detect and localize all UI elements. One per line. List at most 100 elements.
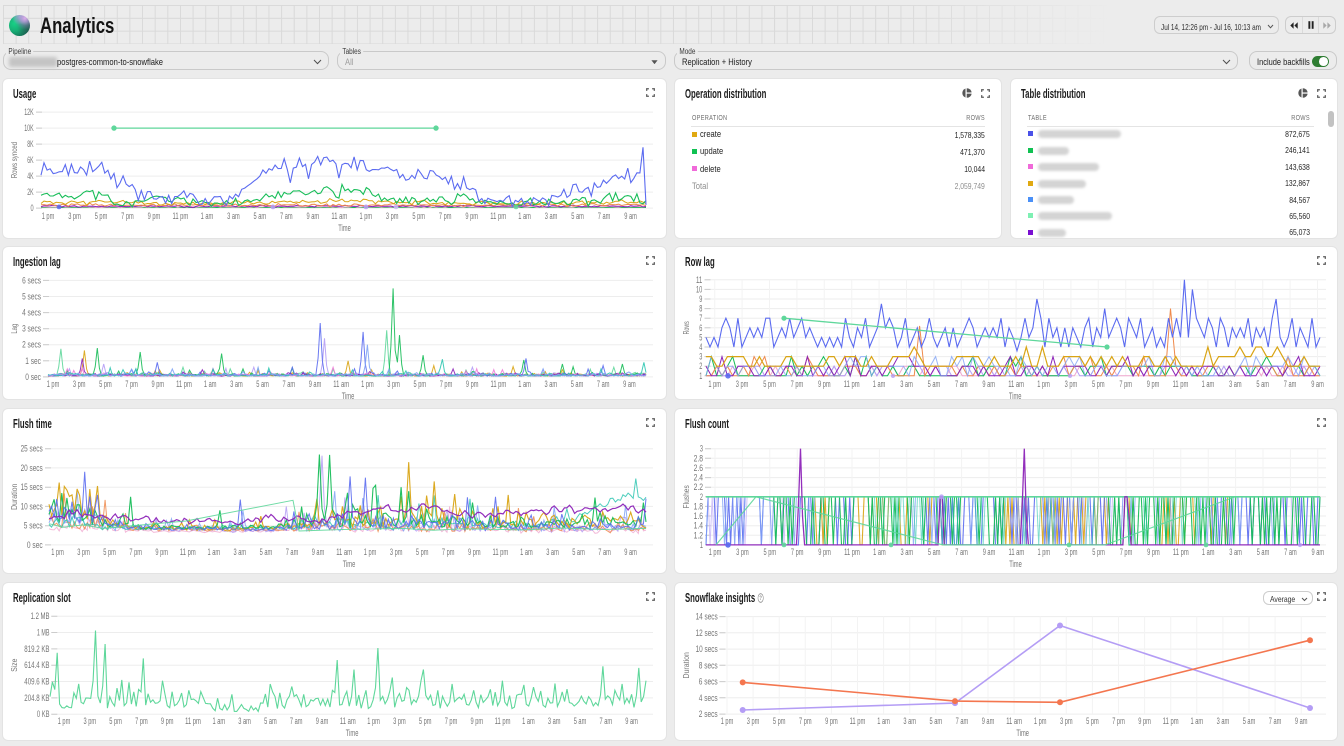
svg-text:3 am: 3 am	[548, 716, 561, 726]
svg-text:9 pm: 9 pm	[818, 379, 831, 389]
svg-text:11 am: 11 am	[1009, 547, 1025, 557]
svg-text:9 am: 9 am	[982, 716, 995, 726]
svg-text:11 pm: 11 pm	[490, 211, 506, 221]
svg-text:10 secs: 10 secs	[696, 644, 718, 654]
svg-text:11 pm: 11 pm	[491, 379, 507, 389]
svg-text:11 am: 11 am	[331, 211, 347, 221]
svg-text:20 secs: 20 secs	[21, 463, 43, 473]
svg-text:1 sec: 1 sec	[25, 356, 41, 366]
svg-text:11 pm: 11 pm	[176, 379, 192, 389]
svg-text:3 am: 3 am	[230, 379, 243, 389]
svg-text:12K: 12K	[24, 107, 33, 117]
svg-text:5 am: 5 am	[571, 379, 584, 389]
svg-text:Time: Time	[343, 559, 356, 569]
svg-text:15 secs: 15 secs	[21, 482, 43, 492]
svg-text:11 pm: 11 pm	[493, 547, 509, 557]
svg-text:5 am: 5 am	[928, 379, 941, 389]
svg-text:11 pm: 11 pm	[844, 547, 860, 557]
svg-text:7 pm: 7 pm	[121, 211, 134, 221]
svg-text:9 pm: 9 pm	[825, 716, 838, 726]
svg-text:3 pm: 3 pm	[390, 547, 403, 557]
svg-text:2.6: 2.6	[694, 463, 703, 473]
svg-text:2 secs: 2 secs	[699, 709, 718, 719]
svg-text:9 am: 9 am	[624, 211, 637, 221]
svg-text:3 pm: 3 pm	[1060, 716, 1073, 726]
svg-text:9 pm: 9 pm	[468, 547, 481, 557]
svg-text:3 pm: 3 pm	[84, 716, 97, 726]
svg-text:Time: Time	[346, 728, 359, 738]
svg-text:1 am: 1 am	[522, 716, 535, 726]
svg-text:1 pm: 1 pm	[708, 379, 721, 389]
svg-text:9 am: 9 am	[316, 716, 329, 726]
svg-text:3 pm: 3 pm	[393, 716, 406, 726]
svg-text:7 am: 7 am	[597, 379, 610, 389]
svg-text:Size: Size	[9, 658, 19, 671]
svg-text:7 pm: 7 pm	[439, 211, 452, 221]
svg-text:2 secs: 2 secs	[22, 340, 41, 350]
svg-text:1 pm: 1 pm	[361, 379, 374, 389]
svg-text:7 am: 7 am	[290, 716, 303, 726]
svg-text:1 pm: 1 pm	[1038, 547, 1051, 557]
svg-text:8K: 8K	[27, 139, 33, 149]
svg-text:3: 3	[699, 352, 702, 362]
svg-text:9 pm: 9 pm	[471, 716, 484, 726]
svg-text:7 pm: 7 pm	[791, 379, 804, 389]
svg-text:1.2 MB: 1.2 MB	[31, 611, 50, 621]
svg-text:2: 2	[700, 491, 703, 501]
svg-text:3 secs: 3 secs	[22, 324, 41, 334]
svg-text:Time: Time	[338, 223, 351, 233]
svg-text:5 am: 5 am	[1257, 547, 1270, 557]
svg-text:1 am: 1 am	[213, 716, 226, 726]
svg-text:7 am: 7 am	[598, 547, 611, 557]
svg-text:7 pm: 7 pm	[135, 716, 148, 726]
svg-text:7 am: 7 am	[1284, 547, 1297, 557]
svg-text:9 am: 9 am	[983, 547, 996, 557]
svg-text:7 am: 7 am	[280, 211, 293, 221]
svg-text:1: 1	[699, 371, 702, 381]
svg-text:5 pm: 5 pm	[763, 379, 776, 389]
svg-text:3 am: 3 am	[1217, 716, 1230, 726]
svg-text:1 pm: 1 pm	[42, 211, 55, 221]
svg-text:9 pm: 9 pm	[465, 211, 478, 221]
svg-text:0 KB: 0 KB	[37, 709, 50, 719]
svg-text:9 am: 9 am	[307, 211, 320, 221]
svg-text:5 am: 5 am	[260, 547, 273, 557]
svg-text:3 pm: 3 pm	[387, 379, 400, 389]
svg-text:11 pm: 11 pm	[185, 716, 201, 726]
svg-text:Time: Time	[342, 391, 355, 400]
svg-text:11 pm: 11 pm	[173, 211, 189, 221]
svg-text:1 pm: 1 pm	[364, 547, 377, 557]
svg-text:6K: 6K	[27, 155, 33, 165]
svg-text:11 pm: 11 pm	[844, 379, 860, 389]
svg-text:3: 3	[700, 443, 703, 453]
svg-text:9 am: 9 am	[312, 547, 325, 557]
svg-text:11 am: 11 am	[340, 716, 356, 726]
svg-text:3 am: 3 am	[545, 379, 558, 389]
svg-text:9 pm: 9 pm	[1138, 716, 1151, 726]
svg-text:9: 9	[699, 294, 702, 304]
svg-text:Time: Time	[1009, 391, 1022, 400]
svg-text:11 pm: 11 pm	[1173, 547, 1189, 557]
svg-text:1 am: 1 am	[1202, 547, 1215, 557]
svg-text:11 am: 11 am	[333, 379, 349, 389]
svg-text:Duration: Duration	[9, 483, 19, 510]
svg-text:9 am: 9 am	[982, 379, 995, 389]
svg-text:1 pm: 1 pm	[51, 547, 64, 557]
svg-text:1 pm: 1 pm	[709, 547, 722, 557]
svg-text:7 pm: 7 pm	[125, 379, 138, 389]
svg-text:1 am: 1 am	[518, 211, 531, 221]
svg-text:5 am: 5 am	[1256, 379, 1269, 389]
svg-text:1 am: 1 am	[208, 547, 221, 557]
svg-text:6 secs: 6 secs	[699, 676, 718, 686]
svg-text:6 secs: 6 secs	[22, 276, 41, 286]
svg-text:3 am: 3 am	[546, 547, 559, 557]
svg-text:9 pm: 9 pm	[818, 547, 831, 557]
svg-text:1 am: 1 am	[201, 211, 214, 221]
svg-text:Time: Time	[1009, 559, 1022, 569]
svg-text:5 am: 5 am	[571, 211, 584, 221]
svg-text:1.2: 1.2	[694, 530, 703, 540]
svg-text:9 pm: 9 pm	[155, 547, 168, 557]
svg-text:2.8: 2.8	[694, 453, 703, 463]
svg-text:5 am: 5 am	[1243, 716, 1256, 726]
svg-text:1 am: 1 am	[873, 547, 886, 557]
